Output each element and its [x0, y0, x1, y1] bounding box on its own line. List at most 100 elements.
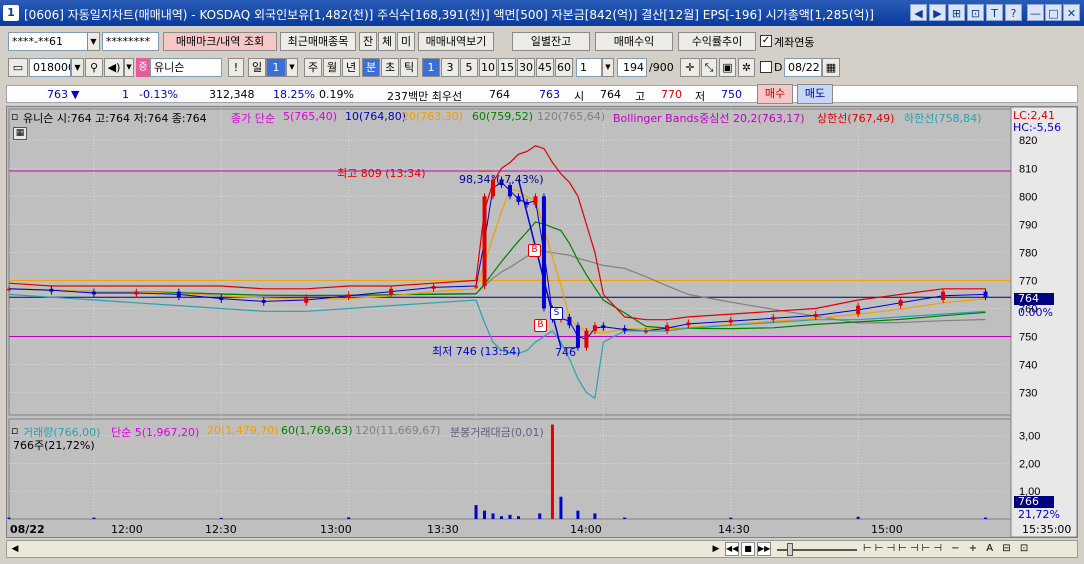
minute-30[interactable]: 30	[517, 58, 535, 77]
period-day-count[interactable]: 1	[266, 58, 286, 77]
candle-body	[91, 291, 96, 295]
volume-bar	[623, 517, 627, 519]
sell-button[interactable]: 매도	[797, 84, 833, 104]
date-checkbox[interactable]	[760, 61, 772, 73]
period-year[interactable]: 년	[342, 58, 360, 77]
minute-10[interactable]: 10	[479, 58, 497, 77]
candle-body	[686, 322, 691, 326]
stock-name-field[interactable]: 유니슨	[150, 58, 222, 77]
quote-high-label: 고	[635, 90, 646, 103]
buy-mark[interactable]: B	[528, 244, 541, 257]
speaker-dropdown-icon[interactable]: ▼	[124, 58, 134, 77]
candle-body	[49, 288, 54, 292]
period-day[interactable]: 일	[248, 58, 266, 77]
candle-body	[941, 291, 946, 301]
price-tick-label: 800	[1019, 191, 1037, 203]
unfilled-button[interactable]: 미	[397, 32, 415, 51]
prev-icon[interactable]: ◀	[910, 4, 927, 21]
recent-trades-button[interactable]: 최근매매종목	[280, 32, 356, 51]
return-trend-button[interactable]: 수익률추이	[678, 32, 756, 51]
search-icon[interactable]: ⚲	[85, 58, 103, 77]
sell-mark[interactable]: S	[550, 307, 563, 320]
chart-area[interactable]: 730 740 750 760 770 780 790 800 810 820 1,00 2,00 3,…	[6, 106, 1078, 538]
low-annotation: 최저 746 (13:54)	[432, 345, 521, 358]
stock-code-dropdown-icon[interactable]: ▼	[71, 58, 84, 77]
quote-bar: 763 ▼ 1 -0.13% 312,348 18.25% 0.19% 237백…	[6, 85, 1078, 103]
minute-3[interactable]: 3	[441, 58, 459, 77]
nav-tools-icon[interactable]: ⊢⊢⊣⊢⊣⊢⊣ − + A ⊟ ⊡	[863, 543, 1031, 554]
gear-icon[interactable]: ✲	[738, 58, 755, 77]
period-tick[interactable]: 틱	[400, 58, 418, 77]
stock-tag: 증	[136, 58, 150, 77]
balance-button[interactable]: 잔	[359, 32, 377, 51]
quote-ask: 764	[489, 88, 510, 101]
candle-body	[983, 291, 988, 298]
candle-body	[592, 325, 597, 331]
zoom-slider-handle[interactable]	[787, 543, 793, 556]
period-minute[interactable]: 분	[362, 58, 380, 77]
tile-icon[interactable]: ⊞	[948, 4, 965, 21]
save-icon[interactable]: ▣	[719, 58, 736, 77]
count-field[interactable]: 194	[617, 58, 647, 77]
high-annotation: 최고 809 (13:34)	[337, 167, 426, 180]
stop-icon[interactable]: ■	[741, 542, 755, 556]
trade-mark-query-button[interactable]: 매매마크/내역 조회	[163, 32, 277, 51]
next-icon[interactable]: ▶	[929, 4, 946, 21]
period-day-dropdown-icon[interactable]: ▼	[286, 58, 298, 77]
time-label: 15:00	[871, 523, 903, 536]
password-field[interactable]: ********	[102, 32, 159, 51]
minute-60[interactable]: 60	[555, 58, 573, 77]
help-icon[interactable]: ?	[1005, 4, 1022, 21]
chart-scrollbar[interactable]: ◀ ▶ ◀◀ ■ ▶▶ ⊢⊢⊣⊢⊣⊢⊣ − + A ⊟ ⊡	[6, 540, 1078, 558]
legend-lower: 하한선(758,84)	[904, 112, 982, 125]
account-dropdown-icon[interactable]: ▼	[87, 32, 100, 51]
alert-icon[interactable]: !	[228, 58, 244, 77]
account-link-checkbox[interactable]: ✓	[760, 35, 772, 47]
stock-code-field[interactable]: 018000	[29, 58, 71, 77]
speaker-icon[interactable]: ◀)	[104, 58, 124, 77]
last-icon[interactable]: ▶▶	[757, 542, 771, 556]
chart-layout-icon[interactable]: ▭	[8, 58, 28, 77]
draw-tool-icon[interactable]: ⤡	[701, 58, 717, 77]
angle-annotation: 98,34°(-7,43%)	[459, 173, 544, 186]
trade-profit-button[interactable]: 매매수익	[595, 32, 673, 51]
minute-1[interactable]: 1	[422, 58, 440, 77]
maximize-icon[interactable]: □	[1045, 4, 1062, 21]
price-tick-label: 730	[1019, 388, 1037, 400]
minute-15[interactable]: 15	[498, 58, 516, 77]
scroll-right-icon[interactable]: ▶	[710, 543, 722, 555]
close-icon[interactable]: ✕	[1063, 4, 1080, 21]
quote-open: 764	[600, 88, 621, 101]
candle-body	[575, 325, 580, 348]
period-week[interactable]: 주	[304, 58, 322, 77]
daily-balance-button[interactable]: 일별잔고	[512, 32, 590, 51]
minimize-icon[interactable]: —	[1027, 4, 1044, 21]
executed-button[interactable]: 체	[378, 32, 396, 51]
volume-bar	[483, 510, 487, 519]
cascade-icon[interactable]: ⊡	[967, 4, 984, 21]
buy-mark-2[interactable]: B	[534, 319, 547, 332]
current-volume-tag: 766	[1014, 496, 1054, 508]
trade-history-button[interactable]: 매매내역보기	[418, 32, 494, 51]
candle-body	[567, 316, 572, 326]
minute-5[interactable]: 5	[460, 58, 478, 77]
calendar-icon[interactable]: ▦	[822, 58, 840, 77]
count-total: /900	[649, 61, 674, 74]
chart-table-icon[interactable]: ▦	[13, 127, 27, 140]
account-field[interactable]: ****-**61	[8, 32, 88, 51]
scroll-left-icon[interactable]: ◀	[9, 543, 21, 555]
buy-button[interactable]: 매수	[757, 84, 793, 104]
legend-ma120: 120(765,64)	[537, 110, 606, 123]
period-second[interactable]: 초	[381, 58, 399, 77]
crosshair-icon[interactable]: ✛	[680, 58, 700, 77]
first-icon[interactable]: ◀◀	[725, 542, 739, 556]
font-icon[interactable]: T	[986, 4, 1003, 21]
period-month[interactable]: 월	[323, 58, 341, 77]
minute-45[interactable]: 45	[536, 58, 554, 77]
legend-stock: 유니슨 시:764 고:764 저:764 종:764	[23, 112, 207, 125]
price-tick-label: 750	[1019, 331, 1037, 343]
interval-select[interactable]: 1	[576, 58, 602, 77]
interval-dropdown-icon[interactable]: ▼	[602, 58, 614, 77]
legend-stock-icon: ▫	[11, 110, 19, 123]
date-field[interactable]: 08/22	[784, 58, 822, 77]
